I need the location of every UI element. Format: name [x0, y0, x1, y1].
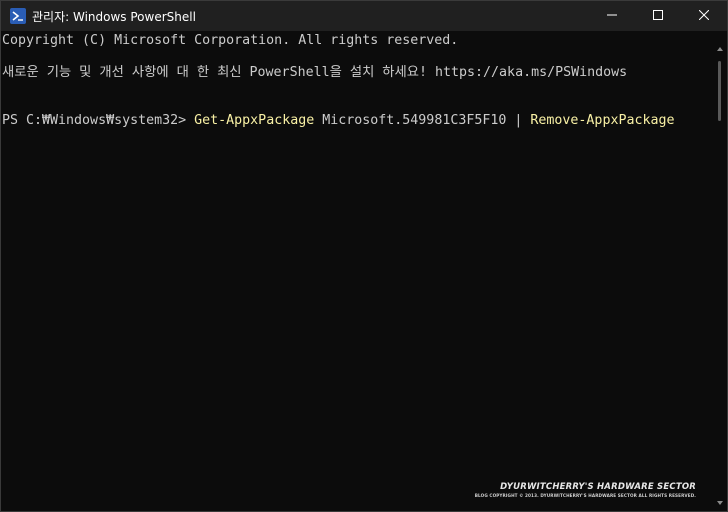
- window-title: 관리자: Windows PowerShell: [32, 9, 196, 24]
- scroll-thumb[interactable]: [718, 61, 721, 121]
- command-remove-appxpackage: Remove-AppxPackage: [530, 113, 675, 128]
- install-message-line: 새로운 기능 및 개선 사항에 대 한 최신 PowerShell을 설치 하세…: [2, 65, 628, 80]
- powershell-icon: [10, 8, 26, 24]
- copyright-line: Copyright (C) Microsoft Corporation. All…: [2, 33, 459, 48]
- maximize-icon: [653, 7, 663, 25]
- minimize-icon: [607, 7, 617, 25]
- maximize-button[interactable]: [635, 1, 681, 31]
- scroll-up-icon[interactable]: [717, 47, 723, 51]
- title-bar[interactable]: 관리자: Windows PowerShell: [1, 1, 727, 31]
- command-get-appxpackage: Get-AppxPackage: [194, 113, 315, 128]
- minimize-button[interactable]: [589, 1, 635, 31]
- command-line[interactable]: PS C:₩Windows₩system32> Get-AppxPackage …: [2, 111, 675, 131]
- watermark-title: DYURWITCHERRY'S HARDWARE SECTOR: [500, 482, 696, 492]
- window-controls: [589, 1, 727, 31]
- terminal-output[interactable]: Copyright (C) Microsoft Corporation. All…: [1, 31, 715, 511]
- close-icon: [698, 7, 710, 25]
- watermark-copyright: BLOG COPYRIGHT © 2013. DYURWITCHERRY'S H…: [474, 493, 696, 498]
- watermark: DYURWITCHERRY'S HARDWARE SECTOR BLOG COP…: [475, 482, 696, 498]
- command-argument: Microsoft.549981C3F5F10 |: [314, 113, 531, 128]
- scroll-down-icon[interactable]: [717, 501, 723, 505]
- prompt: PS C:₩Windows₩system32>: [2, 113, 195, 128]
- powershell-window: 관리자: Windows PowerShell Copyright (C) Mi…: [0, 0, 728, 512]
- vertical-scrollbar[interactable]: [714, 31, 726, 511]
- close-button[interactable]: [681, 1, 727, 31]
